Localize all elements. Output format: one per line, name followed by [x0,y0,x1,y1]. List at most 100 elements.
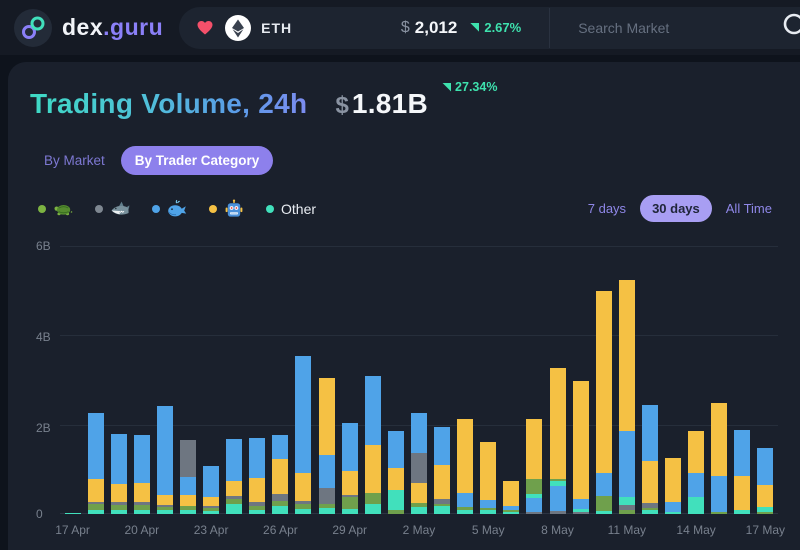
segment-whale [249,438,265,478]
other-legend-dot [266,205,274,213]
robot-legend-dot [209,205,217,213]
segment-whale [550,486,566,511]
segment-robot [503,481,519,506]
dexguru-logo-icon[interactable] [14,9,52,47]
segment-other [295,509,311,514]
segment-turtle [365,493,381,505]
stacked-bar-15-may[interactable] [711,403,727,514]
bar-slot[interactable] [592,246,615,514]
bar-slot[interactable] [569,246,592,514]
bar-slot[interactable]: 8 May [546,246,569,514]
stacked-bar-18-apr[interactable] [88,413,104,514]
bar-slot[interactable] [315,246,338,514]
bar-slot[interactable]: 2 May [407,246,430,514]
y-axis-label-0: 0 [36,507,58,521]
range-30-days[interactable]: 30 days [640,195,712,222]
brand-wordmark[interactable]: dex.guru [62,14,163,41]
stacked-bar-1-may[interactable] [388,431,404,515]
market-search-bar[interactable]: ETH $2,012 2.67% Search Market [179,7,800,49]
bar-slot[interactable]: 20 Apr [130,246,153,514]
legend-item-other[interactable]: Other [266,201,316,217]
stacked-bar-20-apr[interactable] [134,435,150,514]
stacked-bar-10-may[interactable] [596,291,612,514]
stacked-bar-23-apr[interactable] [203,466,219,514]
range-all-time[interactable]: All Time [726,201,772,216]
favorite-heart-icon[interactable] [195,18,215,38]
stacked-bar-11-may[interactable] [619,280,635,514]
bars-container: 17 Apr 20 Apr 23 Apr 26 Apr 29 Apr 2 May 5 May… [60,246,778,514]
stacked-bar-17-apr[interactable] [65,513,81,514]
stacked-bar-3-may[interactable] [434,427,450,515]
stacked-bar-5-may[interactable] [480,442,496,514]
stacked-bar-13-may[interactable] [665,458,681,514]
bar-slot[interactable] [153,246,176,514]
stacked-bar-22-apr[interactable] [180,440,196,514]
tab-by-trader-category[interactable]: By Trader Category [121,146,274,175]
bar-slot[interactable]: 11 May [615,246,638,514]
stacked-bar-9-may[interactable] [573,381,589,514]
bar-slot[interactable] [523,246,546,514]
legend-item-whale[interactable] [152,199,187,219]
bar-slot[interactable] [708,246,731,514]
stacked-bar-12-may[interactable] [642,405,658,514]
bar-slot[interactable]: 23 Apr [200,246,223,514]
bar-slot[interactable]: 17 May [754,246,777,514]
segment-other [642,510,658,514]
stacked-bar-24-apr[interactable] [226,439,242,514]
bar-slot[interactable] [384,246,407,514]
stacked-bar-16-may[interactable] [734,430,750,514]
stacked-bar-7-may[interactable] [526,419,542,514]
bar-slot[interactable]: 5 May [477,246,500,514]
legend-item-turtle[interactable] [38,199,73,219]
stacked-bar-21-apr[interactable] [157,406,173,514]
infinity-logo-glyph [18,13,48,43]
stacked-bar-27-apr[interactable] [295,356,311,514]
segment-other [619,497,635,505]
stacked-bar-14-may[interactable] [688,431,704,514]
search-market-input[interactable]: Search Market [578,20,669,36]
bar-slot[interactable] [84,246,107,514]
legend-item-shark[interactable] [95,199,130,219]
stacked-bar-4-may[interactable] [457,419,473,514]
stacked-bar-8-may[interactable] [550,368,566,514]
bar-slot[interactable] [246,246,269,514]
segment-whale [573,499,589,509]
bar-slot[interactable] [454,246,477,514]
stacked-bar-26-apr[interactable] [272,435,288,514]
stacked-bar-6-may[interactable] [503,481,519,514]
bar-slot[interactable] [223,246,246,514]
segment-whale [203,466,219,497]
stacked-bar-2-may[interactable] [411,413,427,514]
bar-slot[interactable] [731,246,754,514]
segment-other [134,510,150,514]
bar-slot[interactable]: 17 Apr [61,246,84,514]
segment-whale [480,500,496,508]
segment-robot [295,473,311,501]
stacked-bar-30-apr[interactable] [365,376,381,514]
stacked-bar-25-apr[interactable] [249,438,265,514]
segment-shark [180,440,196,477]
stacked-bar-29-apr[interactable] [342,423,358,514]
stacked-bar-17-may[interactable] [757,448,773,514]
bar-slot[interactable] [107,246,130,514]
bar-slot[interactable] [361,246,384,514]
stacked-bar-19-apr[interactable] [111,434,127,514]
bar-slot[interactable] [431,246,454,514]
bar-slot[interactable]: 14 May [685,246,708,514]
bar-slot[interactable] [500,246,523,514]
bar-slot[interactable]: 26 Apr [269,246,292,514]
legend-item-robot[interactable] [209,199,244,219]
segment-robot [734,476,750,510]
segment-other [365,504,381,514]
search-icon[interactable] [778,10,800,45]
bar-slot[interactable] [661,246,684,514]
bar-slot[interactable] [176,246,199,514]
bar-slot[interactable] [638,246,661,514]
range-7-days[interactable]: 7 days [588,201,626,216]
stacked-bar-28-apr[interactable] [319,378,335,514]
tab-by-market[interactable]: By Market [44,153,105,168]
segment-other [596,511,612,514]
bar-slot[interactable]: 29 Apr [338,246,361,514]
eth-token-icon[interactable] [225,15,251,41]
bar-slot[interactable] [292,246,315,514]
